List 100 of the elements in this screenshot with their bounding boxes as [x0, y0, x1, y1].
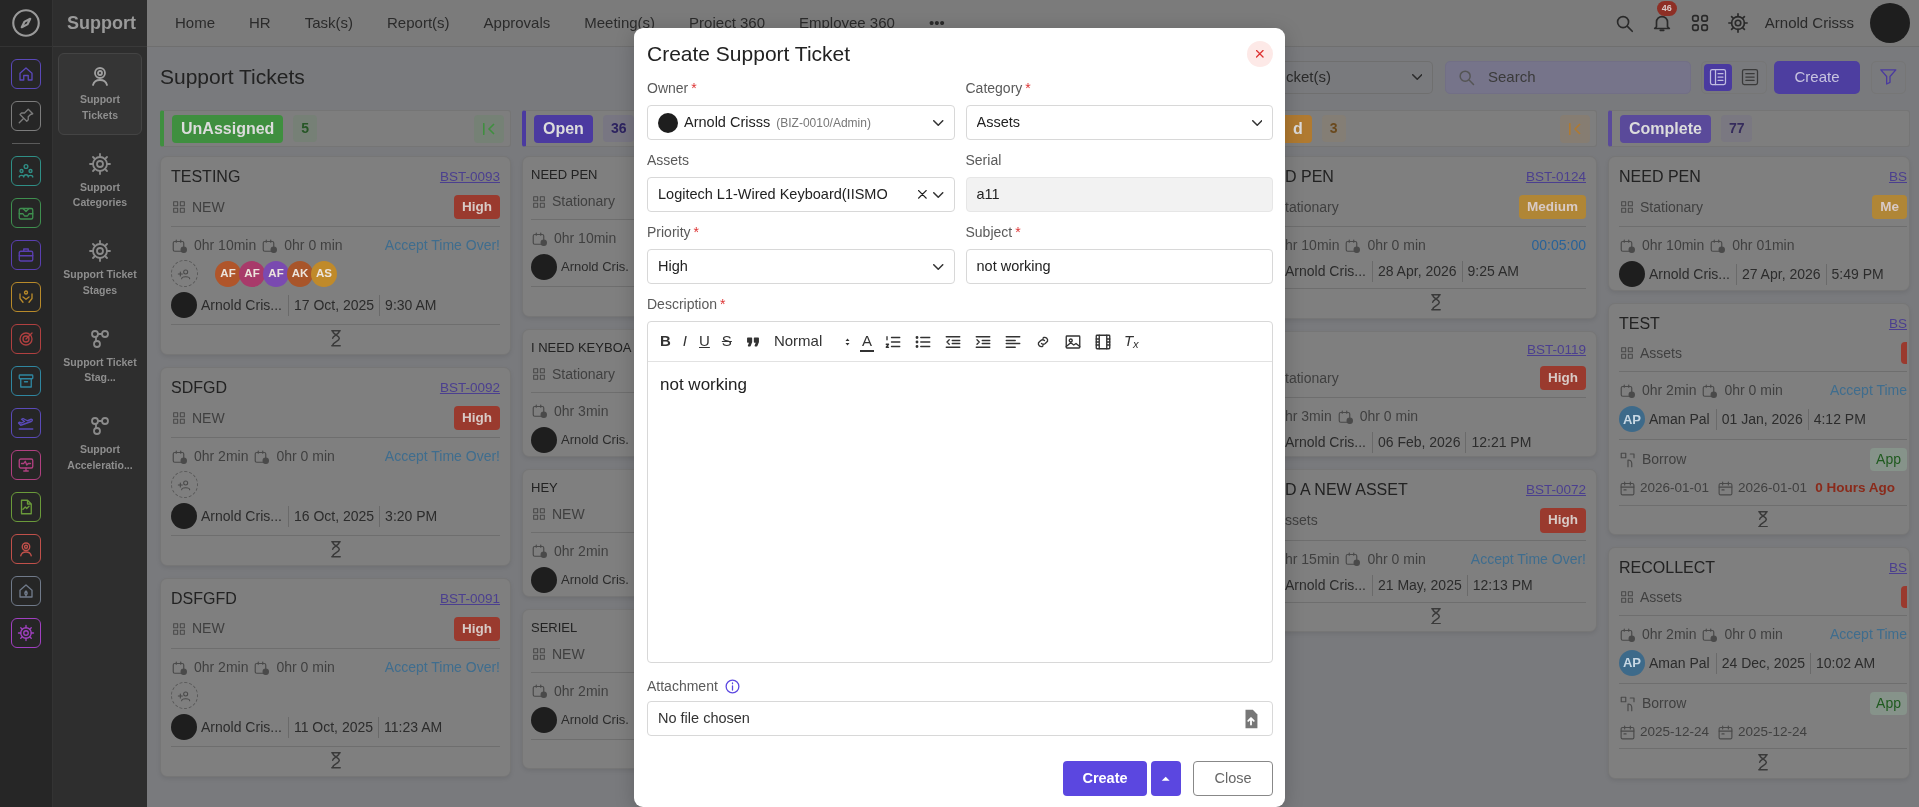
settings-icon[interactable] [1726, 12, 1749, 34]
ticket-code-link[interactable]: BS [1889, 558, 1907, 579]
document-rail-button[interactable] [11, 492, 41, 522]
strikethrough-button[interactable]: S [719, 329, 734, 354]
owner-avatar: AP [1619, 406, 1645, 433]
calendar-icon [1717, 723, 1735, 741]
time-spent: 0hr 3min [554, 401, 609, 421]
calendar-clock-icon [1344, 550, 1363, 569]
nav-link[interactable]: Home [175, 11, 215, 35]
owner-name: Arnold Cris... [201, 295, 283, 315]
calendar-clock-icon [531, 402, 549, 421]
monitor-rail-button[interactable] [11, 450, 41, 480]
column-label: d [1284, 114, 1312, 143]
ticket-code-link[interactable]: BST-0072 [1525, 480, 1586, 501]
target-rail-button[interactable] [11, 324, 41, 354]
text-color-button[interactable]: A [859, 331, 874, 352]
assignee-avatar: AF [215, 260, 241, 287]
cancel-button[interactable]: Close [1193, 761, 1273, 796]
sidebar-item[interactable]: Support Acceleratio... [58, 403, 142, 485]
headset-rail-button[interactable] [11, 534, 41, 564]
create-button[interactable]: Create [1063, 761, 1147, 796]
column-label: UnAssigned [172, 114, 284, 143]
field-label: Description [647, 296, 718, 312]
bold-button[interactable]: B [658, 329, 673, 354]
clear-icon[interactable] [918, 190, 927, 199]
time-spent: 0hr 2min [194, 447, 249, 467]
close-button[interactable] [1247, 41, 1273, 67]
chevron-icon [933, 191, 944, 198]
create-button[interactable]: Create [1774, 60, 1860, 94]
select-field[interactable]: Logitech L1-Wired Keyboard(IISMO [647, 177, 955, 212]
italic-button[interactable]: I [680, 329, 689, 354]
dropdown-toggle-button[interactable] [1151, 761, 1181, 796]
board-view-button[interactable] [1704, 63, 1732, 91]
assignee-avatar: AF [263, 260, 289, 287]
chevron-icon [933, 263, 944, 270]
select-field[interactable]: High [647, 249, 955, 284]
ticket-code-link[interactable]: BST-0119 [1526, 339, 1586, 361]
ticket-time: 11:23 AM [378, 716, 448, 738]
nav-link[interactable]: HR [249, 11, 271, 35]
time-spent: 0hr 0 min [284, 236, 343, 256]
ticket-date: 16 Oct, 2025 [287, 505, 380, 527]
home-rail-button[interactable] [11, 59, 41, 89]
assignee-avatar: AF [239, 260, 265, 287]
ticket-card[interactable]: TEST BS Assets 0hr 2min 0hr 0 min Accept Time AP Aman Pal 01 Jan, 2026 4:12 PM Borrow App 2026-01-01 2026-01-01 0 Hours Ago [1608, 303, 1910, 536]
ticket-date: 17 Oct, 2025 [287, 294, 380, 316]
notification-count: 46 [1656, 1, 1677, 16]
inbox-rail-button[interactable] [11, 198, 41, 228]
ticket-card[interactable]: SDFGD BST-0092 NEW High 0hr 2min 0hr 0 min Accept Time Over! Arnold Cris... 16 Oct, 2025 3:20 PM [160, 366, 511, 566]
nav-link[interactable]: Report(s) [387, 11, 450, 35]
calendar-clock-icon [1701, 625, 1720, 644]
underline-button[interactable]: U [697, 329, 712, 354]
nav-link[interactable]: Meeting(s) [584, 11, 656, 35]
ticket-code-link[interactable]: BST-0093 [439, 166, 500, 188]
ticket-category: NEW [192, 408, 225, 428]
house-rail-button[interactable] [11, 576, 41, 606]
calendar-clock-icon [171, 236, 189, 255]
time-spent: hr 3min [1285, 407, 1332, 427]
avatar-photo[interactable] [1870, 3, 1910, 43]
nodes-icon [88, 414, 112, 438]
ticket-category: NEW [192, 197, 225, 217]
people-rail-button[interactable] [11, 156, 41, 186]
time-spent: 0hr 0 min [1367, 549, 1426, 569]
ticket-code-link[interactable]: BST-0092 [439, 377, 500, 399]
ticket-category: Stationary [552, 364, 616, 384]
ticket-code-link[interactable]: BST-0091 [439, 588, 500, 609]
archive-rail-button[interactable] [11, 366, 41, 396]
file-input[interactable]: No file chosen [647, 701, 1273, 736]
field-label: Category [965, 80, 1023, 96]
ticket-card[interactable]: TESTING BST-0093 NEW High 0hr 10min 0hr 0 min Accept Time Over! AF AF AF AK AS Arnold Cris... 17 Oct, 2025 9:30 AM [160, 156, 511, 355]
nav-link[interactable]: Task(s) [304, 11, 354, 35]
owner-select[interactable]: Arnold Crisss (BIZ-0010/Admin) [647, 105, 955, 140]
ticket-code-link[interactable]: BST-0124 [1525, 166, 1586, 188]
plane-rail-button[interactable] [11, 408, 41, 438]
ticket-card[interactable]: RECOLLECT BS Assets 0hr 2min 0hr 0 min Accept Time AP Aman Pal 24 Dec, 2025 10:02 AM Borrow App 2025-12-24 2025-12-24 [1608, 547, 1910, 780]
ticket-code-link[interactable]: BS [1889, 166, 1907, 188]
request-type: Borrow [1642, 694, 1687, 714]
field-label: Owner [647, 80, 689, 96]
sidebar-item[interactable]: Support Ticket Stages [58, 228, 142, 310]
sidebar-item[interactable]: Support Ticket Stag... [58, 315, 142, 397]
clear-format-button[interactable]: T$_{x}$ [1121, 329, 1141, 354]
search-input[interactable]: Search [1486, 64, 1666, 90]
select-field[interactable]: Assets [965, 105, 1273, 140]
ticket-code-link[interactable]: BS [1889, 314, 1907, 335]
priority-tag: High [1540, 366, 1586, 391]
settings-rail-button[interactable] [11, 618, 41, 648]
ticket-card[interactable]: NEED PEN BS Stationary Me 0hr 10min 0hr 01min Arnold Cris... 27 Apr, 2026 5:49 PM [1608, 156, 1910, 292]
search-field[interactable]: Search [1445, 60, 1691, 94]
column-label: Complete [1620, 114, 1711, 143]
heading-select[interactable]: Normal [771, 329, 852, 354]
search-icon [1456, 67, 1476, 87]
hands-rail-button[interactable] [11, 282, 41, 312]
sidebar-item[interactable]: Support Categories [58, 140, 142, 222]
sidebar-item[interactable]: Support Tickets [58, 53, 142, 135]
briefcase-rail-button[interactable] [11, 240, 41, 270]
ticket-card[interactable]: DSFGFD BST-0091 NEW High 0hr 2min 0hr 0 min Accept Time Over! Arnold Cris... 11 Oct, 2025 11:23 AM [160, 577, 511, 777]
owner-name: Arnold Cris... [201, 717, 283, 737]
nav-link[interactable]: Approvals [483, 11, 551, 35]
text-field[interactable]: not working [965, 249, 1273, 284]
pin-rail-button[interactable] [11, 101, 41, 131]
ticket-title: NEED PEN [1619, 167, 1701, 187]
